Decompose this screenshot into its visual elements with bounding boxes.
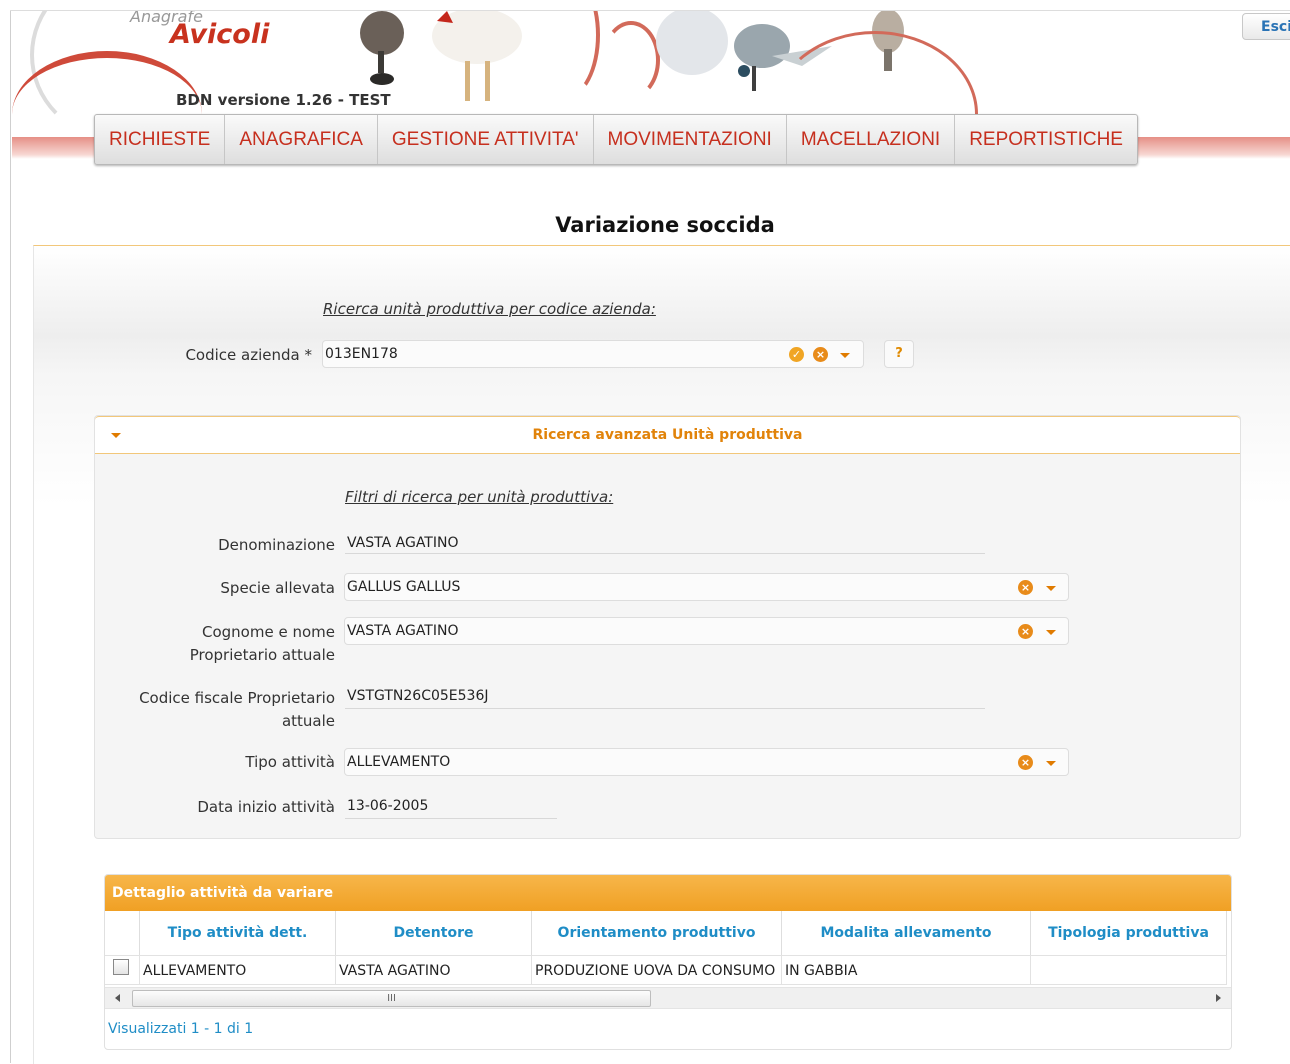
menu-reportistiche[interactable]: REPORTISTICHE <box>955 115 1137 164</box>
logo-swirl-red <box>532 11 600 99</box>
denominazione-label: Denominazione <box>218 536 335 554</box>
column-tipo-attivita[interactable]: Tipo attività dett. <box>140 911 336 955</box>
page-left-border <box>10 10 11 1063</box>
horizontal-scrollbar[interactable]: III <box>105 987 1231 1009</box>
app-version: BDN versione 1.26 - TEST <box>176 91 391 109</box>
detail-grid: Dettaglio attività da variare Tipo attiv… <box>104 874 1232 1050</box>
clear-icon[interactable]: × <box>1018 580 1033 595</box>
codice-azienda-value: 013EN178 <box>325 346 398 362</box>
search-heading: Ricerca unità produttiva per codice azie… <box>323 300 656 318</box>
data-inizio-label: Data inizio attività <box>197 798 335 816</box>
clear-icon[interactable]: × <box>813 347 828 362</box>
page-title: Variazione soccida <box>555 213 775 237</box>
column-detentore[interactable]: Detentore <box>336 911 532 955</box>
exit-button[interactable]: Esci <box>1242 13 1290 40</box>
advanced-search-title: Ricerca avanzata Unità produttiva <box>532 427 803 443</box>
menu-anagrafica[interactable]: ANAGRAFICA <box>225 115 378 164</box>
table-cell[interactable]: PRODUZIONE UOVA DA CONSUMO <box>532 955 782 985</box>
specie-label: Specie allevata <box>220 579 335 597</box>
codice-azienda-combo[interactable]: 013EN178 ✓ × <box>322 340 864 368</box>
cognome-value: VASTA AGATINO <box>347 623 459 639</box>
chevron-down-icon[interactable] <box>1046 630 1056 635</box>
specie-value: GALLUS GALLUS <box>347 579 461 595</box>
cognome-combo[interactable]: VASTA AGATINO × <box>344 617 1069 645</box>
scroll-right-icon[interactable] <box>1216 994 1221 1002</box>
cognome-label-line2: Proprietario attuale <box>189 646 335 664</box>
scroll-left-icon[interactable] <box>115 994 120 1002</box>
rooster-image <box>432 11 522 101</box>
menu-movimentazioni[interactable]: MOVIMENTAZIONI <box>594 115 787 164</box>
specie-combo[interactable]: GALLUS GALLUS × <box>344 573 1069 601</box>
chevron-down-icon[interactable] <box>840 353 850 358</box>
codice-azienda-label: Codice azienda * <box>185 346 312 364</box>
select-column-header <box>105 911 140 955</box>
chevron-down-icon[interactable] <box>1046 586 1056 591</box>
column-orientamento[interactable]: Orientamento produttivo <box>532 911 782 955</box>
clear-icon[interactable]: × <box>1018 755 1033 770</box>
column-tipologia[interactable]: Tipologia produttiva <box>1031 911 1227 955</box>
cognome-label-line1: Cognome e nome <box>202 623 335 641</box>
menu-macellazioni[interactable]: MACELLAZIONI <box>787 115 956 164</box>
table-cell[interactable]: ALLEVAMENTO <box>140 955 336 985</box>
tipo-attivita-value: ALLEVAMENTO <box>347 754 451 770</box>
denominazione-value[interactable]: VASTA AGATINO <box>345 535 985 554</box>
chevron-down-icon[interactable] <box>1046 761 1056 766</box>
advanced-search-header[interactable]: Ricerca avanzata Unità produttiva <box>95 416 1240 454</box>
data-inizio-value[interactable]: 13-06-2005 <box>345 798 557 819</box>
help-button[interactable]: ? <box>884 340 914 368</box>
codice-fiscale-label-line1: Codice fiscale Proprietario <box>139 689 335 707</box>
table-cell[interactable] <box>1031 955 1227 985</box>
logo-title: Avicoli <box>170 19 270 50</box>
tipo-attivita-label: Tipo attività <box>245 753 335 771</box>
row-checkbox[interactable] <box>113 959 129 975</box>
menu-gestione-attivita[interactable]: GESTIONE ATTIVITA' <box>378 115 594 164</box>
tipo-attivita-combo[interactable]: ALLEVAMENTO × <box>344 748 1069 776</box>
scrollbar-thumb[interactable]: III <box>132 990 651 1007</box>
menu-richieste[interactable]: RICHIESTE <box>95 115 226 164</box>
column-modalita[interactable]: Modalita allevamento <box>782 911 1031 955</box>
clear-icon[interactable]: × <box>1018 624 1033 639</box>
confirm-icon[interactable]: ✓ <box>789 347 804 362</box>
table-cell[interactable]: VASTA AGATINO <box>336 955 532 985</box>
duck-image <box>360 11 404 85</box>
filters-heading: Filtri di ricerca per unità produttiva: <box>345 488 614 506</box>
table-cell[interactable]: IN GABBIA <box>782 955 1031 985</box>
codice-fiscale-value[interactable]: VSTGTN26C05E536J <box>345 688 985 709</box>
grid-caption: Dettaglio attività da variare <box>105 875 1231 911</box>
header-banner: Anagrafe Avicoli BDN versione 1.26 - TES… <box>12 11 1290 115</box>
pager-info: Visualizzati 1 - 1 di 1 <box>108 1021 254 1037</box>
codice-fiscale-label-line2: attuale <box>281 712 335 730</box>
main-menu: RICHIESTE ANAGRAFICA GESTIONE ATTIVITA' … <box>94 114 1138 165</box>
